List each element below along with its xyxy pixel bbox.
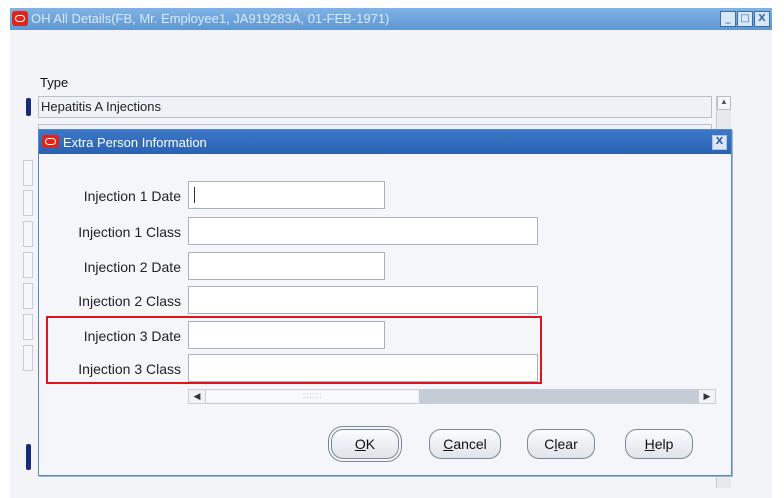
injection-1-class-field[interactable] bbox=[188, 217, 538, 245]
scroll-thumb[interactable]: :::::: bbox=[206, 391, 417, 402]
type-row[interactable]: Hepatitis A Injections bbox=[38, 96, 712, 118]
cancel-mnemonic: C bbox=[443, 436, 454, 452]
record-marker bbox=[26, 444, 31, 470]
clear-button[interactable]: Clear bbox=[527, 429, 595, 459]
help-button[interactable]: Help bbox=[625, 429, 693, 459]
scroll-up-icon[interactable]: ▲ bbox=[717, 96, 731, 110]
type-row-value: Hepatitis A Injections bbox=[41, 99, 161, 114]
horizontal-scrollbar[interactable]: ◀ :::::: ▶ bbox=[188, 389, 716, 404]
record-indicator[interactable] bbox=[23, 221, 33, 247]
scroll-track[interactable] bbox=[419, 390, 699, 403]
close-button[interactable]: X bbox=[754, 11, 770, 27]
maximize-button[interactable]: □ bbox=[737, 11, 753, 27]
window-controls: _ □ X bbox=[720, 11, 770, 27]
outer-title-bar[interactable]: OH All Details(FB, Mr. Employee1, JA9192… bbox=[10, 8, 772, 30]
ok-mnemonic: O bbox=[354, 436, 366, 452]
injection-2-class-label: Injection 2 Class bbox=[78, 293, 181, 309]
minimize-button[interactable]: _ bbox=[720, 11, 736, 27]
cancel-button[interactable]: Cancel bbox=[429, 429, 501, 459]
dialog-title: Extra Person Information bbox=[63, 135, 207, 150]
type-column-header: Type bbox=[40, 75, 69, 90]
clear-label: ear bbox=[557, 436, 578, 452]
record-indicator[interactable] bbox=[23, 252, 33, 278]
extra-person-information-dialog: Extra Person Information X Injection 1 D… bbox=[38, 129, 732, 476]
oracle-logo-icon bbox=[12, 11, 28, 26]
injection-1-date-field[interactable] bbox=[188, 181, 385, 209]
help-label: elp bbox=[654, 436, 674, 452]
dialog-close-button[interactable]: X bbox=[712, 135, 727, 150]
injection-2-date-field[interactable] bbox=[188, 252, 385, 280]
scroll-left-icon[interactable]: ◀ bbox=[189, 390, 206, 403]
injection-2-class-field[interactable] bbox=[188, 286, 538, 314]
injection-1-date-label: Injection 1 Date bbox=[83, 188, 181, 204]
scroll-right-icon[interactable]: ▶ bbox=[698, 390, 715, 403]
record-indicator[interactable] bbox=[23, 190, 33, 216]
record-indicator[interactable] bbox=[23, 283, 33, 309]
ok-button[interactable]: OK bbox=[328, 426, 402, 462]
injection-1-class-label: Injection 1 Class bbox=[78, 224, 181, 240]
help-mnemonic: H bbox=[644, 436, 655, 452]
cancel-label: ancel bbox=[453, 436, 487, 452]
ok-label: K bbox=[365, 436, 376, 452]
injection-3-highlight-box bbox=[46, 316, 542, 384]
grip-icon: :::::: bbox=[303, 391, 323, 400]
current-record-marker bbox=[26, 98, 31, 116]
outer-window-title: OH All Details(FB, Mr. Employee1, JA9192… bbox=[31, 11, 390, 26]
record-indicator[interactable] bbox=[23, 314, 33, 340]
record-indicator[interactable] bbox=[23, 160, 33, 186]
clear-label-start: C bbox=[544, 436, 555, 452]
dialog-title-bar[interactable]: Extra Person Information X bbox=[39, 130, 731, 154]
injection-2-date-label: Injection 2 Date bbox=[83, 259, 181, 275]
oracle-logo-icon bbox=[42, 135, 59, 148]
record-indicator[interactable] bbox=[23, 345, 33, 371]
